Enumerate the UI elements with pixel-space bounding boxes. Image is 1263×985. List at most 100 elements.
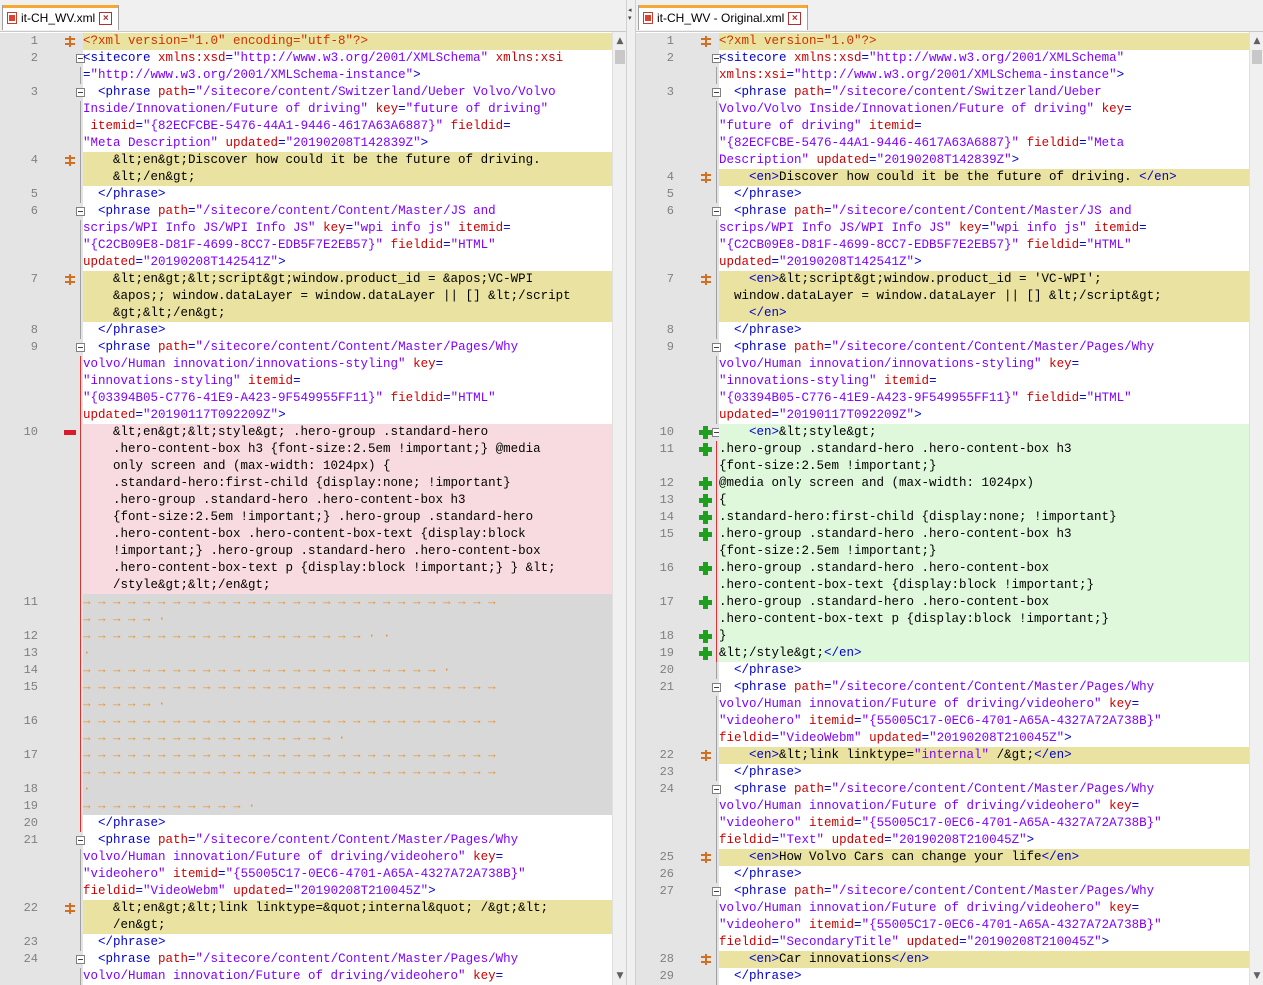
scroll-down-arrow-icon[interactable]: ▼	[1251, 969, 1263, 983]
code-line[interactable]: "future of driving" itemid=	[636, 118, 1249, 135]
code-line[interactable]: .hero-group .standard-hero .hero-content…	[0, 492, 612, 509]
scroll-thumb[interactable]	[1252, 50, 1262, 64]
code-line[interactable]: fieldid="VideoWebm" updated="20190208T21…	[0, 883, 612, 900]
code-line[interactable]: 16 → → → → → → → → → → → → → → → → → → → …	[0, 713, 612, 730]
close-icon[interactable]: ×	[99, 11, 113, 25]
code-line[interactable]: → → → → → ·	[0, 696, 612, 713]
code-line[interactable]: 8 </phrase>	[0, 322, 612, 339]
code-line[interactable]: {font-size:2.5em !important;}	[636, 458, 1249, 475]
code-line[interactable]: .hero-content-box-text p {display:block …	[636, 611, 1249, 628]
fold-margin[interactable]	[712, 679, 721, 696]
code-line[interactable]: 13 ·	[0, 645, 612, 662]
fold-margin[interactable]	[712, 883, 721, 900]
code-line[interactable]: 3 <phrase path="/sitecore/content/Switze…	[636, 84, 1249, 101]
code-line[interactable]: 23 </phrase>	[0, 934, 612, 951]
code-line[interactable]: "videohero" itemid="{55005C17-0EC6-4701-…	[636, 815, 1249, 832]
fold-margin[interactable]	[76, 832, 85, 849]
fold-margin[interactable]	[712, 203, 721, 220]
code-line[interactable]: volvo/Human innovation/Future of driving…	[636, 900, 1249, 917]
code-line[interactable]: "videohero" itemid="{55005C17-0EC6-4701-…	[636, 713, 1249, 730]
code-line[interactable]: 10 <en>&lt;style&gt;	[636, 424, 1249, 441]
splitter-down-arrow-icon[interactable]: ▾	[628, 14, 634, 22]
code-line[interactable]: volvo/Human innovation/Future of driving…	[636, 696, 1249, 713]
code-line[interactable]: scrips/WPI Info JS/WPI Info JS" key="wpi…	[0, 220, 612, 237]
code-line[interactable]: {font-size:2.5em !important;}	[636, 543, 1249, 560]
fold-margin[interactable]	[76, 50, 85, 67]
code-line[interactable]: !important;} .hero-group .standard-hero …	[0, 543, 612, 560]
code-line[interactable]: 2 <sitecore xmlns:xsd="http://www.w3.org/…	[636, 50, 1249, 67]
code-line[interactable]: .hero-content-box h3 {font-size:2.5em !i…	[0, 441, 612, 458]
code-line[interactable]: Volvo/Volvo Inside/Innovationen/Future o…	[636, 101, 1249, 118]
code-line[interactable]: 14 .standard-hero:first-child {display:no…	[636, 509, 1249, 526]
code-line[interactable]: 4 &lt;en&gt;Discover how could it be the…	[0, 152, 612, 169]
code-line[interactable]: 19 → → → → → → → → → → → ·	[0, 798, 612, 815]
fold-margin[interactable]	[76, 951, 85, 968]
code-line[interactable]: "innovations-styling" itemid=	[0, 373, 612, 390]
left-code-editor[interactable]: 1 <?xml version="1.0" encoding="utf-8"?> 2…	[0, 32, 626, 985]
code-line[interactable]: 28 <en>Car innovations</en>	[636, 951, 1249, 968]
code-line[interactable]: "innovations-styling" itemid=	[636, 373, 1249, 390]
code-line[interactable]: /en&gt;	[0, 917, 612, 934]
tab-right-file[interactable]: it-CH_WV - Original.xml ×	[638, 5, 809, 30]
code-line[interactable]: 17 .hero-group .standard-hero .hero-conte…	[636, 594, 1249, 611]
code-line[interactable]: .standard-hero:first-child {display:none…	[0, 475, 612, 492]
code-line[interactable]: 25 <en>How Volvo Cars can change your li…	[636, 849, 1249, 866]
code-line[interactable]: 11 → → → → → → → → → → → → → → → → → → → …	[0, 594, 612, 611]
code-line[interactable]: 1 <?xml version="1.0" encoding="utf-8"?>	[0, 33, 612, 50]
code-line[interactable]: 7 &lt;en&gt;&lt;script&gt;window.product…	[0, 271, 612, 288]
code-line[interactable]: 1 <?xml version="1.0"?>	[636, 33, 1249, 50]
code-line[interactable]: 24 <phrase path="/sitecore/content/Conte…	[636, 781, 1249, 798]
code-line[interactable]: 18 ·	[0, 781, 612, 798]
code-line[interactable]: Inside/Innovationen/Future of driving" k…	[0, 101, 612, 118]
code-line[interactable]: 29 </phrase>	[636, 968, 1249, 985]
code-line[interactable]: 27 <phrase path="/sitecore/content/Conte…	[636, 883, 1249, 900]
code-line[interactable]: 2 <sitecore xmlns:xsd="http://www.w3.org/…	[0, 50, 612, 67]
code-line[interactable]: itemid="{82ECFCBE-5476-44A1-9446-4617A63…	[0, 118, 612, 135]
code-line[interactable]: .hero-content-box .hero-content-box-text…	[0, 526, 612, 543]
code-line[interactable]: 15 → → → → → → → → → → → → → → → → → → → …	[0, 679, 612, 696]
code-line[interactable]: volvo/Human innovation/Future of driving…	[636, 798, 1249, 815]
code-line[interactable]: 3 <phrase path="/sitecore/content/Switze…	[0, 84, 612, 101]
code-line[interactable]: volvo/Human innovation/Future of driving…	[0, 968, 612, 985]
code-line[interactable]: Description" updated="20190208T142839Z">	[636, 152, 1249, 169]
code-line[interactable]: 9 <phrase path="/sitecore/content/Conten…	[0, 339, 612, 356]
code-line[interactable]: 12 @media only screen and (max-width: 102…	[636, 475, 1249, 492]
code-line[interactable]: only screen and (max-width: 1024px) {	[0, 458, 612, 475]
code-line[interactable]: "{C2CB09E8-D81F-4699-8CC7-EDB5F7E2EB57}"…	[636, 237, 1249, 254]
code-line[interactable]: 16 .hero-group .standard-hero .hero-conte…	[636, 560, 1249, 577]
code-line[interactable]: fieldid="SecondaryTitle" updated="201902…	[636, 934, 1249, 951]
scroll-thumb[interactable]	[615, 50, 625, 64]
code-line[interactable]: &apos;; window.dataLayer = window.dataLa…	[0, 288, 612, 305]
code-line[interactable]: .hero-content-box-text p {display:block …	[0, 560, 612, 577]
code-line[interactable]: &gt;&lt;/en&gt;	[0, 305, 612, 322]
code-line[interactable]: scrips/WPI Info JS/WPI Info JS" key="wpi…	[636, 220, 1249, 237]
code-line[interactable]: ="http://www.w3.org/2001/XMLSchema-insta…	[0, 67, 612, 84]
code-line[interactable]: 5 </phrase>	[0, 186, 612, 203]
code-line[interactable]: 20 </phrase>	[636, 662, 1249, 679]
fold-margin[interactable]	[712, 781, 721, 798]
code-line[interactable]: 21 <phrase path="/sitecore/content/Conte…	[636, 679, 1249, 696]
code-line[interactable]: window.dataLayer = window.dataLayer || […	[636, 288, 1249, 305]
code-line[interactable]: → → → → → → → → → → → → → → → → → ·	[0, 730, 612, 747]
code-line[interactable]: → → → → → ·	[0, 611, 612, 628]
right-vertical-scrollbar[interactable]: ▲ ▼	[1249, 32, 1263, 985]
code-line[interactable]: 8 </phrase>	[636, 322, 1249, 339]
code-line[interactable]: → → → → → → → → → → → → → → → → → → → → …	[0, 764, 612, 781]
code-line[interactable]: fieldid="Text" updated="20190208T210045Z…	[636, 832, 1249, 849]
code-line[interactable]: 7 <en>&lt;script&gt;window.product_id = …	[636, 271, 1249, 288]
code-line[interactable]: volvo/Human innovation/innovations-styli…	[0, 356, 612, 373]
code-line[interactable]: "Meta Description" updated="20190208T142…	[0, 135, 612, 152]
code-line[interactable]: 15 .hero-group .standard-hero .hero-conte…	[636, 526, 1249, 543]
scroll-up-arrow-icon[interactable]: ▲	[614, 34, 626, 48]
left-vertical-scrollbar[interactable]: ▲ ▼	[612, 32, 626, 985]
right-code-editor[interactable]: 1 <?xml version="1.0"?> 2 <sitecore xmlns:x…	[636, 32, 1263, 985]
code-line[interactable]: "{C2CB09E8-D81F-4699-8CC7-EDB5F7E2EB57}"…	[0, 237, 612, 254]
code-line[interactable]: 26 </phrase>	[636, 866, 1249, 883]
code-line[interactable]: 22 <en>&lt;link linktype="internal" /&gt…	[636, 747, 1249, 764]
code-line[interactable]: /style&gt;&lt;/en&gt;	[0, 577, 612, 594]
code-line[interactable]: "videohero" itemid="{55005C17-0EC6-4701-…	[636, 917, 1249, 934]
fold-margin[interactable]	[76, 84, 85, 101]
code-line[interactable]: "videohero" itemid="{55005C17-0EC6-4701-…	[0, 866, 612, 883]
code-line[interactable]: "{03394B05-C776-41E9-A423-9F549955FF11}"…	[636, 390, 1249, 407]
close-icon[interactable]: ×	[788, 11, 802, 25]
